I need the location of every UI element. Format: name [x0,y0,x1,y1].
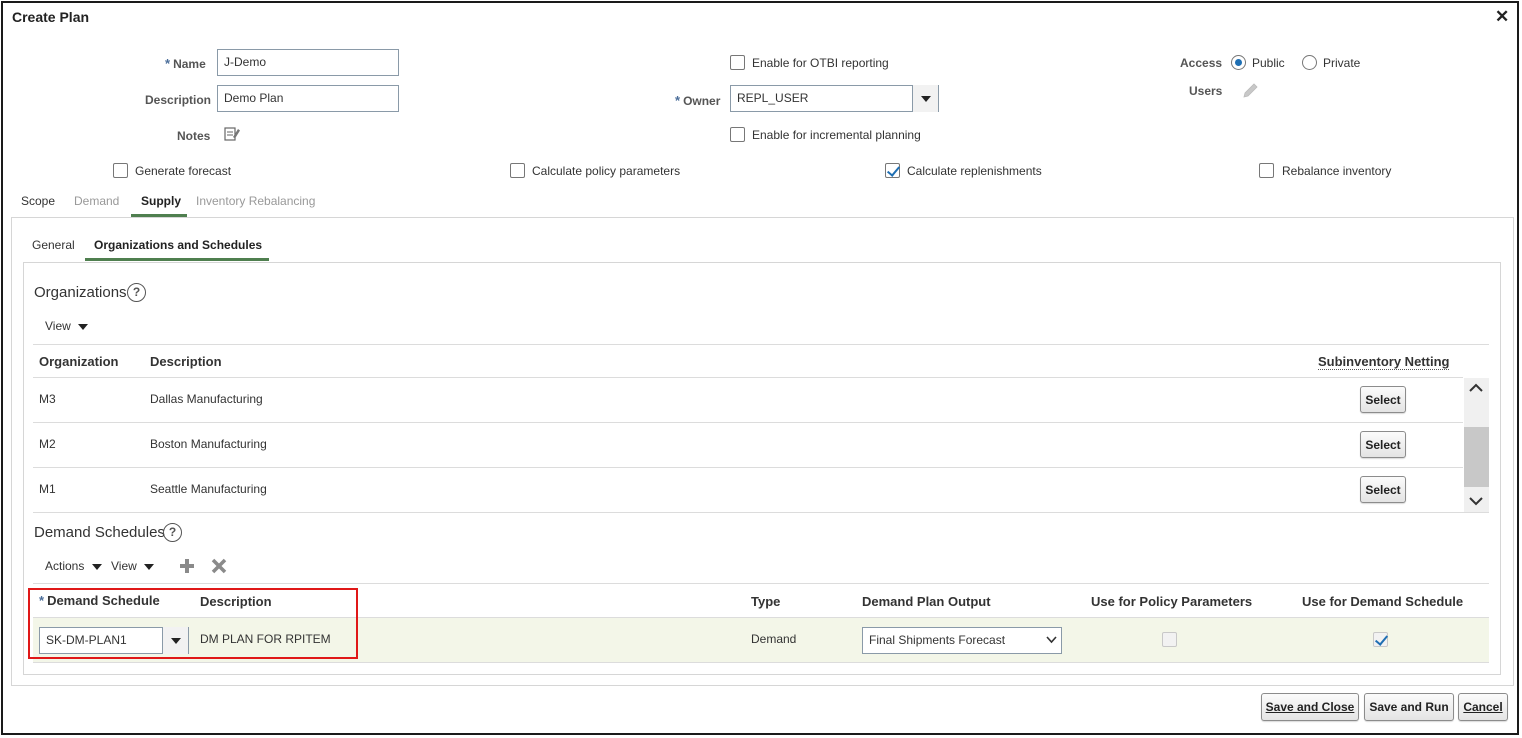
column-header-use-for-policy-parameters[interactable]: Use for Policy Parameters [1091,594,1252,609]
tab-scope[interactable]: Scope [21,194,55,208]
select-button[interactable]: Select [1360,476,1406,503]
use-for-policy-checkbox[interactable] [1162,632,1177,647]
owner-label: * Owner [675,93,721,108]
close-icon[interactable]: ✕ [1495,7,1509,27]
generate-forecast-checkbox[interactable] [113,163,128,178]
column-header-use-for-demand-schedule[interactable]: Use for Demand Schedule [1302,594,1463,609]
otbi-label: Enable for OTBI reporting [752,56,889,70]
table-divider [33,377,1463,378]
actions-menu[interactable]: Actions [45,559,102,573]
owner-dropdown-button[interactable] [912,85,938,112]
notes-icon[interactable] [223,125,241,143]
generate-forecast-label: Generate forecast [135,164,232,178]
calculate-policy-checkbox[interactable] [510,163,525,178]
access-label: Access [1180,56,1223,70]
demand-plan-output-select[interactable]: Final Shipments Forecast [862,627,1062,654]
owner-select[interactable]: REPL_USER [730,85,939,112]
chevron-down-icon [1046,636,1057,644]
table-cell-description: Boston Manufacturing [150,437,267,451]
incremental-checkbox[interactable] [730,127,745,142]
otbi-checkbox[interactable] [730,55,745,70]
select-button[interactable]: Select [1360,431,1406,458]
dialog-title: Create Plan [12,9,90,25]
demand-plan-output-value: Final Shipments Forecast [869,633,1006,647]
add-icon[interactable] [179,558,195,574]
calculate-policy-label: Calculate policy parameters [532,164,681,178]
help-icon[interactable]: ? [127,283,146,302]
tab-inventory-rebalancing[interactable]: Inventory Rebalancing [196,194,315,208]
rebalance-inventory-checkbox[interactable] [1259,163,1274,178]
chevron-up-icon[interactable] [1469,383,1483,393]
create-plan-dialog: Create Plan ✕ * Name J-Demo Description D… [1,1,1519,735]
organizations-title: Organizations [34,284,127,301]
chevron-down-icon [91,563,102,570]
chevron-down-icon [144,563,155,570]
delete-icon[interactable] [211,558,227,574]
column-header-type[interactable]: Type [751,594,780,609]
table-divider [33,512,1489,513]
calculate-replenishments-checkbox[interactable] [885,163,900,178]
calculate-replenishments-label: Calculate replenishments [907,164,1042,178]
table-divider [33,467,1463,468]
table-cell-org: M2 [39,437,56,451]
scrollbar-thumb[interactable] [1464,427,1489,487]
name-field[interactable]: J-Demo [217,49,399,76]
organizations-view-menu[interactable]: View [45,319,89,333]
tab-demand[interactable]: Demand [74,194,119,208]
cancel-button[interactable]: Cancel [1458,693,1508,721]
access-public-radio[interactable] [1231,55,1246,70]
users-label: Users [1189,84,1223,98]
incremental-label: Enable for incremental planning [752,128,921,142]
tab-supply[interactable]: Supply [141,194,181,208]
access-private-radio[interactable] [1302,55,1317,70]
table-divider [33,422,1463,423]
access-private-label: Private [1323,56,1361,70]
table-divider [33,344,1489,345]
select-button[interactable]: Select [1360,386,1406,413]
table-divider [33,583,1489,584]
chevron-down-icon [920,95,931,102]
use-for-demand-schedule-checkbox[interactable] [1373,632,1388,647]
chevron-down-icon [78,323,89,330]
table-cell-description: Dallas Manufacturing [150,392,263,406]
owner-value: REPL_USER [737,91,809,105]
notes-label: Notes [177,129,211,143]
demand-view-menu[interactable]: View [111,559,155,573]
demand-schedules-title: Demand Schedules [34,524,165,541]
chevron-down-icon[interactable] [1469,496,1483,506]
subtab-underline [85,258,269,261]
column-header-description[interactable]: Description [150,354,222,369]
rebalance-inventory-label: Rebalance inventory [1282,164,1392,178]
table-divider [33,662,1489,663]
column-header-subinventory-netting[interactable]: Subinventory Netting [1318,354,1450,370]
description-label: Description [145,93,212,107]
help-icon[interactable]: ? [163,523,182,542]
tab-organizations-and-schedules[interactable]: Organizations and Schedules [94,238,262,252]
table-cell-org: M1 [39,482,56,496]
description-field[interactable]: Demo Plan [217,85,399,112]
save-and-run-button[interactable]: Save and Run [1364,693,1454,721]
tab-general[interactable]: General [32,238,75,252]
save-and-close-button[interactable]: Save and Close [1261,693,1359,721]
table-cell-type: Demand [751,632,797,646]
access-public-label: Public [1252,56,1285,70]
table-cell-org: M3 [39,392,56,406]
highlight-box [28,588,358,659]
name-label: * Name [165,56,206,71]
column-header-demand-plan-output[interactable]: Demand Plan Output [862,594,991,609]
table-cell-description: Seattle Manufacturing [150,482,267,496]
column-header-organization[interactable]: Organization [39,354,118,369]
pencil-icon[interactable] [1241,82,1259,100]
